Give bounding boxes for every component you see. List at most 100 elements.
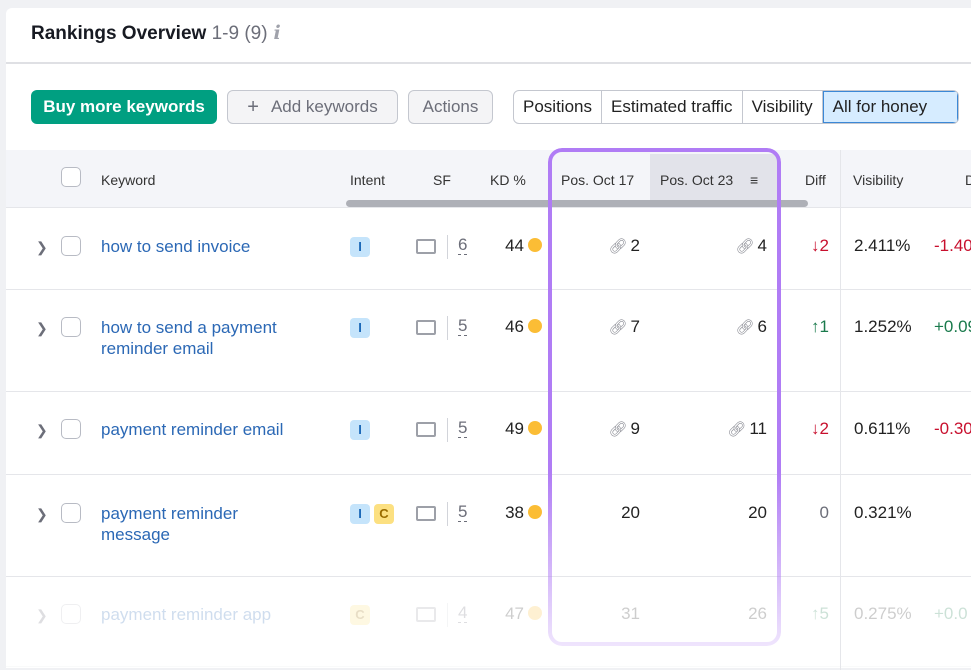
serp-features-count[interactable]: 4	[458, 604, 468, 623]
actions-button[interactable]: Actions	[408, 90, 493, 124]
serp-features-count[interactable]: 5	[458, 419, 468, 438]
serp-features-icon	[416, 239, 436, 254]
row-checkbox[interactable]	[61, 317, 81, 337]
diff-value: ↑1	[811, 317, 829, 336]
separator	[447, 235, 448, 259]
intent-badges: IC	[350, 503, 398, 524]
row-checkbox[interactable]	[61, 419, 81, 439]
table-row: ❯ how to send invoice I 6 44 🔗︎ 2 🔗︎ 4 ↓2 …	[6, 208, 971, 290]
col-intent[interactable]: Intent	[350, 172, 385, 188]
kd-dot-icon	[528, 505, 542, 519]
serp-features-count[interactable]: 6	[458, 236, 468, 255]
col-keyword[interactable]: Keyword	[101, 172, 155, 188]
expand-chevron-icon[interactable]: ❯	[36, 506, 48, 523]
kd-value: 47	[505, 604, 542, 624]
kd-value: 44	[505, 236, 542, 256]
table-row: ❯ how to send a payment reminder email I…	[6, 290, 971, 392]
kd-number: 49	[505, 419, 524, 438]
intent-badge-c: C	[374, 504, 394, 524]
intent-badge-i: I	[350, 237, 370, 257]
buy-more-keywords-button[interactable]: Buy more keywords	[31, 90, 217, 124]
row-checkbox[interactable]	[61, 604, 81, 624]
kd-number: 46	[505, 317, 524, 336]
view-tabs: Positions Estimated traffic Visibility A…	[513, 90, 960, 124]
intent-badge-i: I	[350, 504, 370, 524]
keyword-link[interactable]: payment reminder email	[101, 419, 311, 440]
page-title: Rankings Overview 1-9 (9) i	[31, 22, 281, 45]
serp-features-count[interactable]: 5	[458, 503, 468, 522]
tab-visibility[interactable]: Visibility	[743, 91, 823, 123]
kd-number: 38	[505, 503, 524, 522]
intent-badge-i: I	[350, 318, 370, 338]
diff-value: ↓2	[811, 236, 829, 255]
rankings-card: Rankings Overview 1-9 (9) i Buy more keyw…	[6, 8, 971, 670]
visibility-value: 0.321%	[854, 503, 912, 522]
kd-value: 46	[505, 317, 542, 337]
table-row: ❯ payment reminder email I 5 49 🔗︎ 9 🔗︎ 11…	[6, 392, 971, 475]
kd-dot-icon	[528, 319, 542, 333]
visibility-value: 0.611%	[854, 419, 911, 438]
expand-chevron-icon[interactable]: ❯	[36, 320, 48, 337]
plus-icon: +	[247, 95, 259, 118]
serp-features-icon	[416, 320, 436, 335]
diff-value: 0	[819, 503, 829, 522]
kd-number: 44	[505, 236, 524, 255]
column-divider	[840, 150, 841, 670]
keyword-link[interactable]: how to send a payment reminder email	[101, 317, 311, 359]
col-visibility[interactable]: Visibility	[853, 172, 903, 188]
intent-badge-i: I	[350, 420, 370, 440]
separator	[447, 502, 448, 526]
separator	[447, 603, 448, 627]
table-row: ❯ payment reminder message IC 5 38 20 20…	[6, 475, 971, 577]
kd-value: 49	[505, 419, 542, 439]
keyword-link[interactable]: how to send invoice	[101, 236, 311, 257]
serp-features-count[interactable]: 5	[458, 317, 468, 336]
diff-value: ↓2	[811, 419, 829, 438]
visibility-value: 1.252%	[854, 317, 912, 336]
expand-chevron-icon[interactable]: ❯	[36, 239, 48, 256]
col-diff[interactable]: Diff	[805, 172, 826, 188]
intent-badges: C	[350, 604, 374, 625]
add-keywords-button[interactable]: + Add keywords	[227, 90, 398, 124]
info-icon[interactable]: i	[274, 22, 281, 44]
intent-badges: I	[350, 317, 374, 338]
add-keywords-label: Add keywords	[270, 97, 378, 116]
expand-chevron-icon[interactable]: ❯	[36, 607, 48, 624]
serp-features-icon	[416, 422, 436, 437]
intent-badges: I	[350, 419, 374, 440]
col-visibility-diff[interactable]: D	[965, 172, 971, 188]
tab-estimated-traffic[interactable]: Estimated traffic	[602, 91, 743, 123]
divider	[6, 62, 971, 64]
visibility-value: 0.275%	[854, 604, 912, 623]
col-sf[interactable]: SF	[433, 172, 451, 188]
kd-value: 38	[505, 503, 542, 523]
separator	[447, 418, 448, 442]
col-kd[interactable]: KD %	[490, 172, 526, 188]
keyword-link[interactable]: payment reminder app	[101, 604, 311, 625]
kd-dot-icon	[528, 238, 542, 252]
visibility-value: 2.411%	[854, 236, 911, 255]
visibility-diff: -0.30	[934, 419, 971, 438]
table-header: Keyword Intent SF KD % Pos. Oct 17 Pos. …	[6, 150, 971, 208]
position-columns-highlight	[548, 148, 781, 646]
separator	[447, 316, 448, 340]
tab-positions[interactable]: Positions	[514, 91, 602, 123]
keyword-link[interactable]: payment reminder message	[101, 503, 311, 545]
expand-chevron-icon[interactable]: ❯	[36, 422, 48, 439]
serp-features-icon	[416, 607, 436, 622]
result-count: 1-9 (9)	[211, 23, 268, 44]
row-checkbox[interactable]	[61, 503, 81, 523]
title-text: Rankings Overview	[31, 23, 207, 44]
visibility-diff: +0.0	[934, 604, 968, 623]
visibility-diff: +0.09	[934, 317, 971, 336]
kd-number: 47	[505, 604, 524, 623]
row-checkbox[interactable]	[61, 236, 81, 256]
intent-badges: I	[350, 236, 374, 257]
intent-badge-c: C	[350, 605, 370, 625]
kd-dot-icon	[528, 606, 542, 620]
diff-value: ↑5	[811, 604, 829, 623]
table-row: ❯ payment reminder app C 4 47 31 26 ↑5 0…	[6, 577, 971, 667]
tab-all-for-honey[interactable]: All for honey	[822, 91, 959, 123]
kd-dot-icon	[528, 421, 542, 435]
select-all-checkbox[interactable]	[61, 167, 81, 187]
